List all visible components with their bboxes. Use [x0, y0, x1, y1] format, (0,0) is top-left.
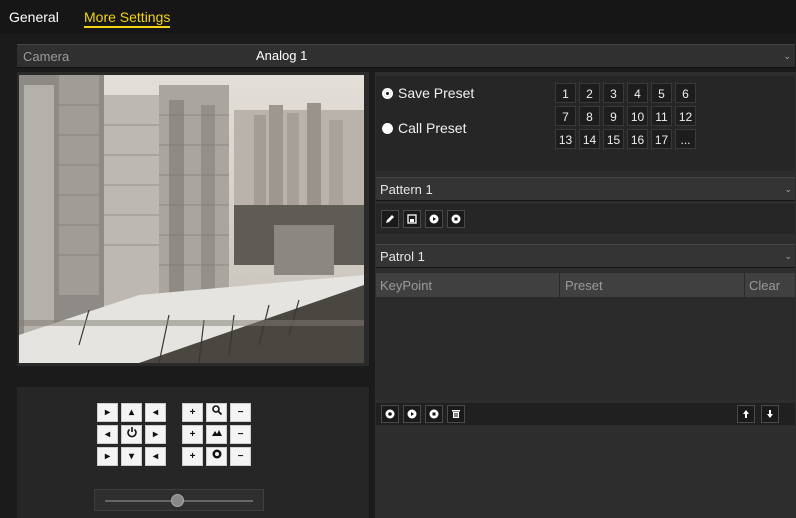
zoom-in-button[interactable]: +: [182, 403, 203, 422]
pan-up-button[interactable]: ▴: [121, 403, 142, 422]
preset-button[interactable]: 8: [579, 106, 600, 126]
preset-button[interactable]: 4: [627, 83, 648, 103]
edit-icon[interactable]: [381, 210, 399, 228]
patrol-table-header: KeyPoint Preset Clear: [376, 273, 795, 297]
column-header-keypoint: KeyPoint: [380, 278, 433, 293]
play-icon[interactable]: [403, 405, 421, 423]
preset-button[interactable]: 9: [603, 106, 624, 126]
patrol-table-body: [376, 297, 795, 400]
preset-button[interactable]: 1: [555, 83, 576, 103]
patrol-select[interactable]: Patrol 1 ⌄: [376, 244, 795, 268]
focus-icon[interactable]: [206, 425, 227, 444]
column-header-clear: Clear: [749, 278, 781, 293]
column-header-preset: Preset: [565, 278, 603, 293]
camera-select-value[interactable]: Analog 1: [256, 48, 307, 63]
stop-icon[interactable]: [447, 210, 465, 228]
preset-button[interactable]: ...: [675, 129, 696, 149]
play-icon[interactable]: [425, 210, 443, 228]
tab-more-settings[interactable]: More Settings: [84, 9, 171, 28]
preset-button[interactable]: 7: [555, 106, 576, 126]
call-preset-label: Call Preset: [398, 120, 467, 136]
preset-button[interactable]: 17: [651, 129, 672, 149]
pan-up-right-button[interactable]: ◂: [145, 403, 166, 422]
pan-left-button[interactable]: ◂: [97, 425, 118, 444]
zoom-icon[interactable]: [206, 403, 227, 422]
preset-button[interactable]: 5: [651, 83, 672, 103]
focus-far-button[interactable]: −: [230, 425, 251, 444]
column-divider: [744, 273, 745, 297]
pattern-select-value[interactable]: Pattern 1: [380, 182, 433, 197]
column-divider: [559, 273, 560, 297]
camera-select-row[interactable]: Camera Analog 1 ⌄: [17, 44, 795, 68]
preset-button[interactable]: 16: [627, 129, 648, 149]
slider-thumb[interactable]: [171, 494, 184, 507]
move-up-icon[interactable]: [737, 405, 755, 423]
preset-button[interactable]: 14: [579, 129, 600, 149]
chevron-down-icon[interactable]: ⌄: [784, 184, 792, 195]
chevron-down-icon[interactable]: ⌄: [783, 51, 791, 62]
delete-icon[interactable]: [447, 405, 465, 423]
patrol-select-value[interactable]: Patrol 1: [380, 249, 425, 264]
add-icon[interactable]: [381, 405, 399, 423]
preset-button[interactable]: 15: [603, 129, 624, 149]
save-icon[interactable]: [403, 210, 421, 228]
pan-down-left-button[interactable]: ▸: [97, 447, 118, 466]
tab-general[interactable]: General: [9, 9, 59, 25]
preset-button[interactable]: 6: [675, 83, 696, 103]
move-down-icon[interactable]: [761, 405, 779, 423]
pan-down-right-button[interactable]: ◂: [145, 447, 166, 466]
ptz-speed-slider[interactable]: [94, 489, 264, 511]
call-preset-radio[interactable]: [382, 123, 393, 134]
chevron-down-icon[interactable]: ⌄: [784, 251, 792, 262]
focus-near-button[interactable]: +: [182, 425, 203, 444]
save-preset-radio[interactable]: [382, 88, 393, 99]
patrol-toolbar: [376, 403, 795, 425]
pan-up-left-button[interactable]: ▸: [97, 403, 118, 422]
iris-icon[interactable]: [206, 447, 227, 466]
pan-right-button[interactable]: ▸: [145, 425, 166, 444]
iris-close-button[interactable]: −: [230, 447, 251, 466]
stop-icon[interactable]: [425, 405, 443, 423]
save-preset-label: Save Preset: [398, 85, 475, 101]
zoom-out-button[interactable]: −: [230, 403, 251, 422]
preset-button[interactable]: 3: [603, 83, 624, 103]
preset-button[interactable]: 2: [579, 83, 600, 103]
pattern-toolbar: [376, 204, 795, 234]
preset-button[interactable]: 11: [651, 106, 672, 126]
right-lower-area: [376, 427, 795, 518]
power-icon[interactable]: [121, 425, 142, 444]
pattern-select[interactable]: Pattern 1 ⌄: [376, 177, 795, 201]
preset-button[interactable]: 13: [555, 129, 576, 149]
iris-open-button[interactable]: +: [182, 447, 203, 466]
preset-button[interactable]: 10: [627, 106, 648, 126]
camera-label: Camera: [23, 49, 70, 64]
preset-button[interactable]: 12: [675, 106, 696, 126]
live-video: [19, 75, 364, 363]
pan-down-button[interactable]: ▾: [121, 447, 142, 466]
